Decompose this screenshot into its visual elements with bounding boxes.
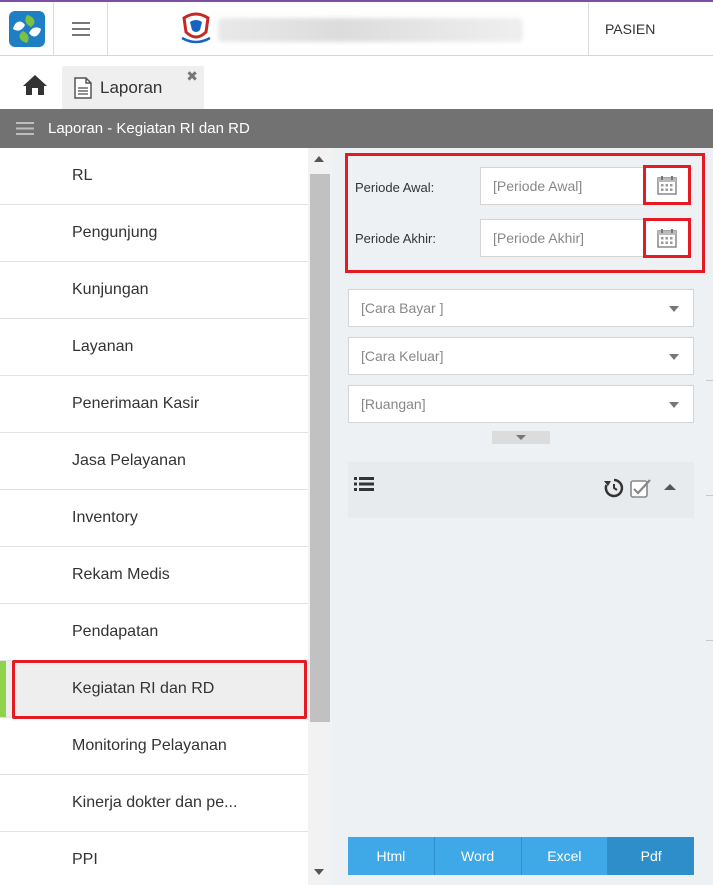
- menu-item-penerimaan-kasir[interactable]: Penerimaan Kasir: [0, 376, 308, 433]
- export-buttons: Html Word Excel Pdf: [348, 837, 694, 875]
- menu-item-rekam-medis[interactable]: Rekam Medis: [0, 547, 308, 604]
- periode-akhir-calendar-button[interactable]: [643, 218, 691, 258]
- main-menu-button[interactable]: [54, 2, 108, 55]
- user-menu[interactable]: PASIEN: [588, 2, 713, 55]
- hospital-logo-icon: [181, 12, 211, 44]
- menu-item-pengunjung[interactable]: Pengunjung: [0, 205, 308, 262]
- menu-item-label: Rekam Medis: [72, 566, 170, 583]
- calendar-icon: [657, 229, 677, 248]
- hospital-name-redacted: [218, 18, 523, 42]
- periode-awal-calendar-button[interactable]: [643, 165, 691, 205]
- menu-item-rl[interactable]: RL: [0, 148, 308, 205]
- cara-keluar-value: [Cara Keluar]: [361, 348, 444, 364]
- user-label: PASIEN: [605, 20, 656, 37]
- menu-scrollbar[interactable]: [308, 148, 332, 885]
- report-menu-list: RL Pengunjung Kunjungan Layanan Penerima…: [0, 148, 308, 885]
- app-logo-icon: [8, 10, 45, 47]
- menu-item-label: Kegiatan RI dan RD: [72, 680, 215, 697]
- export-html-button[interactable]: Html: [348, 837, 435, 875]
- chevron-up-icon[interactable]: [664, 484, 676, 490]
- checkbox-icon[interactable]: [630, 478, 652, 498]
- menu-item-label: PPI: [72, 851, 98, 868]
- calendar-icon: [657, 176, 677, 195]
- edge-divider: [706, 495, 713, 496]
- menu-item-label: Kunjungan: [72, 281, 149, 298]
- edge-divider: [706, 640, 713, 641]
- cara-bayar-value: [Cara Bayar ]: [361, 300, 444, 316]
- export-pdf-button[interactable]: Pdf: [608, 837, 694, 875]
- chevron-down-icon: [669, 306, 679, 312]
- home-icon: [23, 75, 47, 95]
- menu-item-inventory[interactable]: Inventory: [0, 490, 308, 547]
- periode-awal-placeholder: [Periode Awal]: [493, 178, 583, 194]
- menu-item-pendapatan[interactable]: Pendapatan: [0, 604, 308, 661]
- menu-item-label: Monitoring Pelayanan: [72, 737, 227, 754]
- cara-bayar-select[interactable]: [Cara Bayar ]: [348, 289, 694, 327]
- menu-item-label: Pendapatan: [72, 623, 159, 640]
- edge-divider: [706, 380, 713, 381]
- tab-laporan[interactable]: Laporan ✖: [62, 66, 204, 109]
- chevron-down-icon: [669, 402, 679, 408]
- section-title: Laporan - Kegiatan RI dan RD: [48, 120, 250, 137]
- menu-item-monitoring-pelayanan[interactable]: Monitoring Pelayanan: [0, 718, 308, 775]
- menu-item-label: Pengunjung: [72, 224, 158, 241]
- scroll-down-icon[interactable]: [314, 869, 324, 875]
- menu-item-label: Jasa Pelayanan: [72, 452, 186, 469]
- menu-item-label: RL: [72, 167, 93, 184]
- menu-item-label: Layanan: [72, 338, 134, 355]
- close-icon[interactable]: ✖: [186, 68, 198, 85]
- menu-item-kinerja-dokter[interactable]: Kinerja dokter dan pe...: [0, 775, 308, 832]
- export-excel-button[interactable]: Excel: [521, 837, 609, 875]
- chevron-down-icon: [516, 435, 526, 440]
- section-header: Laporan - Kegiatan RI dan RD: [0, 109, 713, 148]
- scroll-up-icon[interactable]: [314, 156, 324, 162]
- menu-item-label: Penerimaan Kasir: [72, 395, 200, 412]
- export-word-button[interactable]: Word: [434, 837, 522, 875]
- app-logo[interactable]: [0, 2, 54, 55]
- menu-item-jasa-pelayanan[interactable]: Jasa Pelayanan: [0, 433, 308, 490]
- document-icon: [74, 76, 92, 99]
- menu-item-label: Inventory: [72, 509, 138, 526]
- hamburger-icon: [71, 21, 90, 36]
- tab-bar: Laporan ✖: [0, 56, 713, 109]
- tab-label: Laporan: [100, 77, 163, 97]
- cara-keluar-select[interactable]: [Cara Keluar]: [348, 337, 694, 375]
- section-menu-icon[interactable]: [16, 122, 34, 135]
- periode-akhir-label: Periode Akhir:: [355, 231, 436, 246]
- menu-item-label: Kinerja dokter dan pe...: [72, 794, 238, 811]
- history-icon[interactable]: [604, 478, 624, 498]
- home-button[interactable]: [18, 70, 52, 100]
- menu-item-kunjungan[interactable]: Kunjungan: [0, 262, 308, 319]
- result-toolbar: [348, 462, 694, 518]
- list-icon[interactable]: [354, 476, 374, 492]
- menu-item-ppi[interactable]: PPI: [0, 832, 308, 885]
- chevron-down-icon: [669, 354, 679, 360]
- ruangan-select[interactable]: [Ruangan]: [348, 385, 694, 423]
- periode-akhir-placeholder: [Periode Akhir]: [493, 230, 585, 246]
- periode-awal-label: Periode Awal:: [355, 180, 435, 195]
- top-header: PASIEN: [0, 0, 713, 56]
- scroll-thumb[interactable]: [310, 174, 330, 722]
- ruangan-value: [Ruangan]: [361, 396, 426, 412]
- menu-item-kegiatan-ri-rd[interactable]: Kegiatan RI dan RD: [0, 661, 308, 718]
- menu-item-layanan[interactable]: Layanan: [0, 319, 308, 376]
- expand-filters-button[interactable]: [492, 431, 550, 444]
